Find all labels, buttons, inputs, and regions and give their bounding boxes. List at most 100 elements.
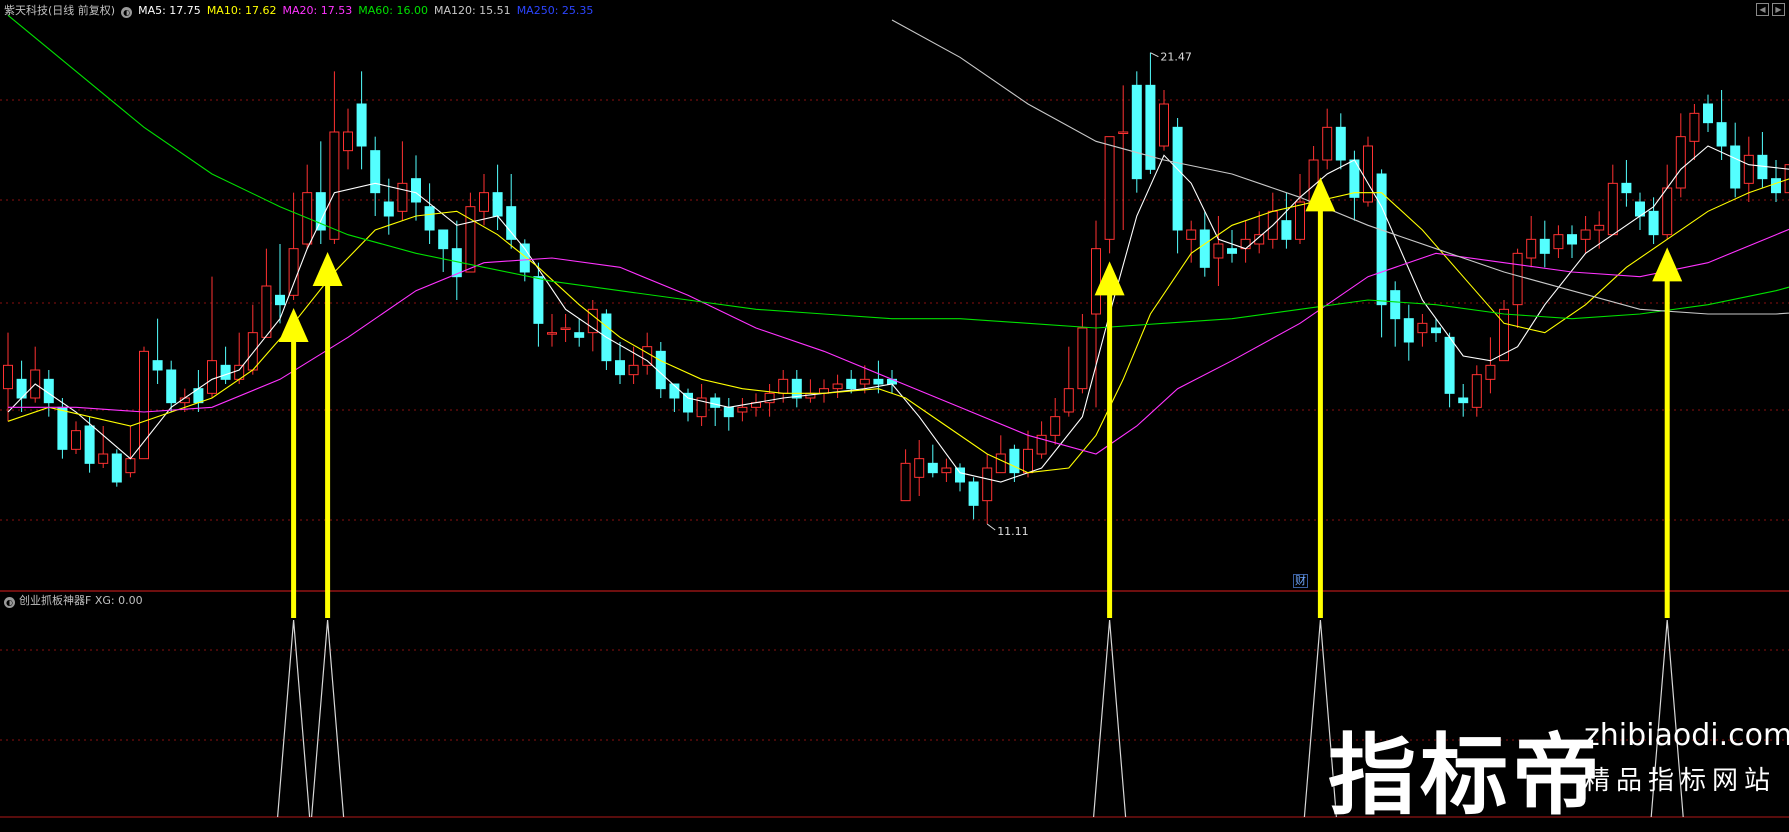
candle-body (84, 425, 95, 464)
candle-body (574, 332, 585, 338)
candle-body (1485, 364, 1496, 380)
indicator-label: 创业抓板神器F XG: 0.00 (19, 594, 143, 607)
candle-body (1227, 248, 1237, 254)
candle-body (642, 346, 653, 366)
candle-body (424, 206, 435, 231)
ma-legend: MA5: 17.75 MA10: 17.62 MA20: 17.53 MA60: 16… (138, 4, 599, 17)
candle-body (1580, 229, 1591, 240)
candle-body (873, 378, 884, 385)
candle-body (247, 332, 258, 371)
candle-body (1553, 234, 1564, 250)
candle-body (152, 360, 163, 371)
candle-body (710, 397, 721, 408)
candle-body (1648, 210, 1659, 236)
candle-body (1363, 145, 1373, 203)
candle-body (914, 458, 925, 478)
candle-body (98, 453, 109, 464)
candle-body (139, 350, 149, 460)
ma-legend-item: MA120: 15.51 (433, 4, 511, 17)
candle-body (1186, 229, 1197, 240)
candle-body (438, 229, 449, 250)
low-marker (986, 523, 996, 531)
candle-body (1675, 136, 1686, 189)
candle-body (1417, 322, 1428, 334)
candle-body (57, 406, 68, 450)
candle-body (533, 276, 544, 324)
candle-body (1594, 224, 1605, 231)
candle-body (1295, 201, 1305, 240)
candle-body (411, 178, 421, 203)
ma-line-ma20 (8, 228, 1789, 455)
candle-body (628, 364, 639, 376)
candle-body (1390, 290, 1401, 320)
candle-body (1689, 112, 1700, 142)
candle-body (125, 458, 136, 474)
candle-body (846, 378, 857, 390)
candle-body (1621, 182, 1632, 194)
ma-legend-item: MA250: 25.35 (516, 4, 594, 17)
candle-body (1771, 178, 1781, 194)
candle-body (1077, 327, 1088, 390)
candle-body (1730, 145, 1741, 189)
collapse-right-icon[interactable]: ▶ (1772, 3, 1785, 16)
candle-body (329, 131, 340, 240)
watermark-subtitle: 精品指标网站 (1584, 766, 1777, 796)
candle-body (1172, 126, 1183, 231)
candle-body (737, 406, 748, 413)
candle-body (1376, 173, 1387, 306)
high-price-label: 21.47 (1160, 51, 1192, 64)
candle-body (1091, 248, 1101, 315)
candle-body (465, 206, 476, 273)
stock-title: 紫天科技(日线 前复权) (4, 4, 116, 17)
candle-body (506, 206, 517, 240)
candle-body (1199, 229, 1210, 268)
candle-body (397, 182, 408, 212)
candle-body (900, 462, 911, 502)
candle-body (723, 406, 734, 418)
collapse-left-icon[interactable]: ◀ (1756, 3, 1769, 16)
candle-body (1118, 131, 1129, 134)
main-legend: 紫天科技(日线 前复权) ◐ MA5: 17.75 MA10: 17.62 MA20: … (4, 2, 605, 18)
settings-circle-icon[interactable]: ◐ (121, 7, 133, 18)
candle-body (1335, 126, 1346, 161)
candle-body (1403, 318, 1414, 343)
candle-body (791, 378, 802, 399)
candle-body (683, 392, 693, 413)
candle-body (1159, 103, 1169, 147)
candle-body (982, 467, 993, 502)
candle-body (1662, 187, 1673, 236)
candle-body (370, 150, 381, 194)
candle-body (1444, 336, 1455, 394)
candle-body (1607, 182, 1618, 236)
candle-body (220, 364, 231, 380)
candle-body (547, 332, 557, 335)
candle-body (1431, 327, 1441, 334)
high-marker (1150, 52, 1159, 58)
ma-line-ma5 (7, 145, 1789, 483)
candle-body (995, 453, 1006, 474)
candle-body (1703, 103, 1713, 124)
candle-body (927, 462, 938, 474)
candle-body (1050, 416, 1061, 436)
candle-body (479, 192, 489, 212)
indicator-settings-icon[interactable]: ◐ (4, 597, 15, 608)
candle-body (941, 467, 952, 474)
candle-body (955, 467, 965, 483)
candle-body (1499, 308, 1509, 362)
candle-body (1512, 252, 1523, 306)
watermark-logo: 指标帝 (1328, 724, 1605, 827)
candle-body (1471, 374, 1482, 408)
candle-body (356, 103, 367, 147)
low-price-label: 11.11 (997, 525, 1028, 538)
candle-body (1743, 154, 1754, 184)
candle-body (275, 294, 285, 306)
candle-body (492, 192, 503, 217)
candle-body (1104, 136, 1115, 240)
candle-body (1131, 84, 1142, 180)
candle-body (343, 131, 353, 152)
candle-body (560, 327, 571, 330)
candle-body (288, 248, 299, 296)
ma-legend-item: MA20: 17.53 (282, 4, 353, 17)
signal-arrow-head (312, 252, 343, 286)
finance-badge[interactable]: 财 (1293, 574, 1308, 588)
